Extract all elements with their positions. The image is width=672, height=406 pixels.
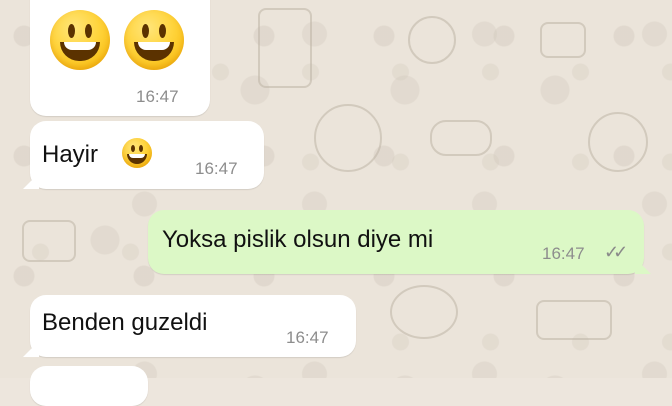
wallpaper-doodle: [408, 16, 456, 64]
wallpaper-doodle: [390, 285, 458, 339]
grinning-face-emoji: [124, 10, 184, 70]
message-time: 16:47: [195, 159, 238, 178]
message-bubble-incoming[interactable]: 16:47: [30, 0, 210, 116]
message-time: 16:47: [286, 328, 329, 347]
message-time: 16:47: [136, 87, 179, 106]
wallpaper-doodle: [588, 112, 648, 172]
wallpaper-doodle: [536, 300, 612, 340]
wallpaper-doodle: [258, 8, 312, 88]
grinning-face-emoji: [50, 10, 110, 70]
wallpaper-doodle: [430, 120, 492, 156]
message-bubble-outgoing[interactable]: Yoksa pislik olsun diye mi 16:47 ✓✓: [148, 210, 644, 274]
wallpaper-doodle: [22, 220, 76, 262]
message-bubble-incoming[interactable]: Hayir 16:47: [30, 121, 264, 189]
message-time: 16:47: [542, 244, 585, 263]
message-text: Hayir: [42, 141, 99, 168]
message-text: Yoksa pislik olsun diye mi: [162, 226, 434, 253]
message-text: Benden guzeldi: [42, 309, 208, 336]
message-bubble-incoming[interactable]: Benden guzeldi 16:47: [30, 295, 356, 357]
grinning-face-emoji: [122, 138, 152, 168]
message-bubble-incoming-partial[interactable]: [30, 366, 148, 406]
read-receipt-double-check-icon: ✓✓: [604, 242, 628, 262]
wallpaper-doodle: [540, 22, 586, 58]
wallpaper-doodle: [314, 104, 382, 172]
